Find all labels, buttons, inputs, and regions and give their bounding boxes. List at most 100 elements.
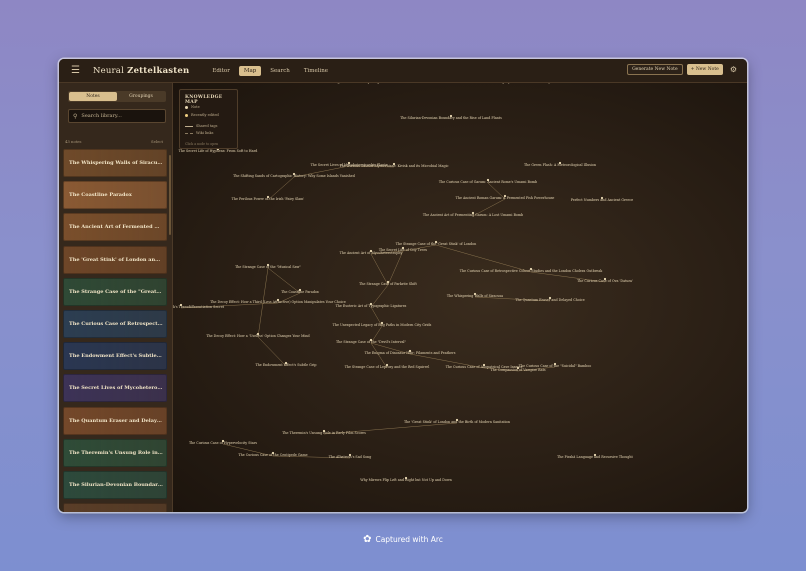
- note-card[interactable]: The Strange Case of the "Great Stink": [63, 277, 167, 306]
- map-node-label[interactable]: The Unexpected Legacy of Bog Paths in Mo…: [333, 323, 432, 327]
- map-node-label[interactable]: Perfect Numbers and Ancient Greece: [571, 198, 634, 202]
- map-node-label[interactable]: The Enigma of Dinosaur Hair: Filaments a…: [365, 351, 456, 355]
- map-legend: KNOWLEDGE MAP Note Recently edited Share…: [179, 89, 238, 149]
- note-card-title: The 'Great Stink' of London and the: [69, 256, 163, 263]
- map-node-label[interactable]: The Secret Life of Hyphens: From Soft to…: [179, 149, 259, 153]
- app-window: ☰ Neural Zettelkasten Editor Map Search Tim…: [59, 59, 747, 512]
- note-dot-icon: [185, 105, 188, 109]
- note-card[interactable]: The Secret Lives of Mycoheterotrophs: [63, 374, 167, 403]
- capture-footer: ✿ Captured with Arc: [0, 534, 806, 545]
- map-node-label[interactable]: The Curious Case of Hypervelocity Stars: [189, 441, 257, 445]
- map-node-label[interactable]: The Silurian-Devonian Boundary and the R…: [400, 116, 502, 120]
- main-nav: Editor Map Search Timeline: [207, 65, 333, 76]
- note-card[interactable]: [63, 503, 167, 512]
- search-icon: ⚲: [73, 112, 78, 120]
- map-node-label[interactable]: The Pirahã Language and Recursive Though…: [557, 455, 633, 459]
- dashed-line-icon: [185, 132, 193, 134]
- new-note-button[interactable]: + New Note: [686, 64, 723, 75]
- map-node-label[interactable]: The Curious Case of Retrospective Cohort…: [460, 269, 603, 273]
- map-edge: [370, 253, 389, 286]
- note-card[interactable]: The Whispering Walls of Siracusa: [63, 149, 167, 177]
- note-card[interactable]: The Quantum Eraser and Delayed Choice: [63, 406, 167, 435]
- top-bar: ☰ Neural Zettelkasten Editor Map Search Tim…: [59, 59, 747, 83]
- map-node-label[interactable]: The Shifting Sands of Cartographic Histo…: [233, 174, 356, 178]
- map-node-label[interactable]: The Curious Case of Ova 'Datura': [577, 279, 633, 283]
- note-card-title: The Theremin's Unsung Role in Early Film: [69, 449, 163, 456]
- map-node-label[interactable]: The Theremin's Unsung Role in Early Film…: [282, 431, 366, 435]
- map-node-label[interactable]: The Strange Case of the "Devil's Interva…: [336, 340, 406, 344]
- map-node-label[interactable]: The Whispering Walls of Siracusa: [447, 294, 503, 298]
- legend-wiki: Wiki links: [196, 131, 214, 135]
- map-node-label[interactable]: The Immortal Jellyfish's Transdifferenti…: [173, 305, 225, 309]
- note-card-title: The Strange Case of the "Great Stink": [69, 288, 163, 295]
- note-card[interactable]: The Curious Case of Retrospective Cohort: [63, 309, 167, 338]
- note-card[interactable]: The 'Great Stink' of London and the: [63, 245, 167, 274]
- hamburger-icon[interactable]: ☰: [71, 65, 87, 76]
- map-node-label[interactable]: The 'Great Stink' of London and the Birt…: [404, 420, 511, 424]
- map-node-label[interactable]: The Esoteric Art of Typographic Ligature…: [336, 304, 407, 308]
- map-node-label[interactable]: The Decoy Effect: How a 'Useless' Option…: [206, 334, 310, 338]
- search-placeholder: Search library...: [81, 113, 122, 119]
- tab-editor[interactable]: Editor: [207, 66, 234, 76]
- tab-groupings[interactable]: Groupings: [117, 92, 165, 101]
- note-card[interactable]: The Ancient Art of Fermented Mead: [63, 213, 167, 242]
- note-card-title: The Coastline Paradox: [69, 192, 132, 199]
- map-node-label[interactable]: The Compassion of Vampire Bats: [490, 368, 546, 372]
- gear-icon[interactable]: ⚙: [730, 65, 737, 74]
- map-edge: [435, 244, 532, 273]
- map-node-label[interactable]: The Albatross's Sad Song: [329, 455, 372, 459]
- select-button[interactable]: Select: [151, 139, 163, 144]
- generate-note-button[interactable]: Generate New Note: [627, 64, 683, 75]
- map-node-label[interactable]: The Silurian-Devonian Rifting Event and …: [290, 83, 413, 84]
- map-node-label[interactable]: The Quantum Eraser and Delayed Choice: [515, 298, 584, 302]
- app-title-part1: Neural: [93, 65, 124, 76]
- list-header: 43 notes Select: [65, 139, 163, 144]
- note-card[interactable]: The Coastline Paradox: [63, 181, 167, 210]
- map-node-label[interactable]: The Endowment Effect's Subtle Grip: [255, 363, 316, 367]
- note-card-title: The Silurian-Devonian Boundary and the: [69, 481, 163, 488]
- map-node-label[interactable]: The Strange Case of Parkrite Shift: [359, 282, 417, 286]
- map-node-label[interactable]: The Decoy Effect: How a Third (Less Attr…: [210, 300, 346, 304]
- arc-logo-icon: ✿: [363, 534, 372, 545]
- note-card-title: The Quantum Eraser and Delayed Choice: [69, 417, 163, 424]
- map-node-label[interactable]: The Coastline Paradox: [281, 290, 319, 294]
- map-node-label[interactable]: The Curious Case of the Centipede Game: [238, 453, 307, 457]
- sidebar: Notes Groupings ⚲ Search library... 43 n…: [59, 83, 173, 512]
- solid-line-icon: [185, 125, 193, 127]
- app-title-part2: Zettelkasten: [127, 65, 190, 76]
- map-node-label[interactable]: The Ancient Art of Mycoheterotrophy: [340, 251, 403, 255]
- knowledge-map[interactable]: The Silurian-Devonian Rifting Event and …: [173, 83, 747, 512]
- map-node-label[interactable]: The Perilous Power of the Irish 'Fairy S…: [232, 197, 305, 201]
- note-card-title: The Endowment Effect's Subtle Grip: [69, 353, 163, 360]
- map-node-label[interactable]: The Strange Case of Leprosy and the Red …: [345, 365, 430, 369]
- map-node-label[interactable]: The Ancient Art of Fermenting Garum: A L…: [423, 213, 523, 217]
- note-list: The Whispering Walls of Siracusa The Coas…: [63, 149, 167, 512]
- map-node-label[interactable]: The Strange Case of the 'Great Stink' of…: [396, 242, 477, 246]
- legend-hint: Click a node to open: [185, 142, 219, 146]
- map-node-label[interactable]: The Immortal Jellyfish's Reversible Life…: [479, 83, 555, 84]
- map-node-label[interactable]: The Curious Case of Mycorrhizae: Kivisk …: [339, 164, 448, 168]
- map-canvas[interactable]: The Silurian-Devonian Rifting Event and …: [173, 83, 747, 512]
- search-input[interactable]: ⚲ Search library...: [68, 109, 166, 123]
- tab-map[interactable]: Map: [238, 65, 262, 76]
- map-node-label[interactable]: The Strange Case of the "Musical Saw": [235, 265, 301, 269]
- note-card[interactable]: The Silurian-Devonian Boundary and the: [63, 470, 167, 499]
- legend-note: Note: [191, 105, 200, 109]
- note-count: 43 notes: [65, 139, 82, 144]
- note-card-title: The Whispering Walls of Siracusa: [69, 160, 163, 166]
- map-node-label[interactable]: Why Mirrors Flip Left and Right but Not …: [360, 478, 452, 482]
- tab-timeline[interactable]: Timeline: [299, 66, 333, 76]
- top-actions: Generate New Note + New Note ⚙: [627, 64, 737, 75]
- map-node-label[interactable]: The Green Flash: A Meteorological Illusi…: [524, 163, 597, 167]
- legend-shared: Shared tags: [196, 124, 218, 128]
- sidebar-scrollbar[interactable]: [169, 155, 171, 235]
- tab-search[interactable]: Search: [265, 66, 295, 76]
- note-card[interactable]: The Theremin's Unsung Role in Early Film: [63, 438, 167, 467]
- map-node-label[interactable]: The Curious Case of Garum: Ancient Rome'…: [439, 180, 537, 184]
- legend-row-recent: Recently edited: [185, 113, 219, 117]
- app-title: Neural Zettelkasten: [93, 66, 189, 76]
- tab-notes[interactable]: Notes: [69, 92, 117, 101]
- note-card[interactable]: The Endowment Effect's Subtle Grip: [63, 342, 167, 371]
- map-node-label[interactable]: The Ancient Roman Garum: A Fermented Fis…: [456, 196, 555, 200]
- map-edge: [387, 250, 404, 286]
